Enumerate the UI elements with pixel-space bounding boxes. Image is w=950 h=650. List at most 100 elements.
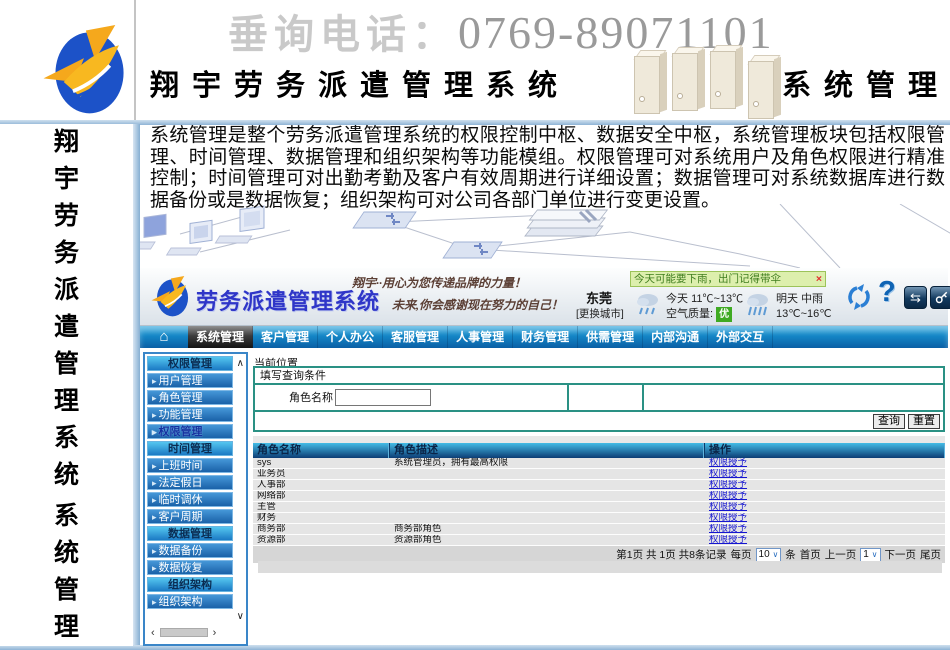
bullet-icon: ▸: [152, 546, 157, 556]
menu-section-data[interactable]: 数据管理: [147, 526, 233, 541]
home-icon[interactable]: ⌂: [140, 326, 188, 348]
slogan-line2: 未来,你会感谢现在努力的自己！: [392, 296, 563, 313]
grant-permission-link[interactable]: 权限授予: [709, 458, 747, 468]
grant-permission-link[interactable]: 权限授予: [709, 535, 747, 545]
tab-supply-mgmt[interactable]: 供需管理: [578, 326, 643, 348]
weather-city: 东莞: [586, 288, 612, 307]
menu-item-function-mgmt[interactable]: ▸功能管理: [147, 407, 233, 422]
role-name-input[interactable]: [335, 389, 431, 406]
menu-item-data-restore[interactable]: ▸数据恢复: [147, 560, 233, 575]
menu-section-permission[interactable]: 权限管理: [147, 356, 233, 371]
key-icon[interactable]: [930, 286, 950, 309]
form-table-gap: [253, 436, 945, 443]
col-header-role-desc: 角色描述: [390, 443, 705, 458]
close-icon[interactable]: ×: [816, 272, 822, 286]
menu-item-legal-holiday[interactable]: ▸法定假日: [147, 475, 233, 490]
tab-customer-mgmt[interactable]: 客户管理: [253, 326, 318, 348]
tab-personal-office[interactable]: 个人办公: [318, 326, 383, 348]
sidebar-char: 统: [54, 457, 79, 494]
scroll-down-icon[interactable]: ∨: [237, 612, 244, 622]
table-row: 商务部商务部角色权限授予: [253, 524, 945, 535]
menu-item-role-mgmt[interactable]: ▸角色管理: [147, 390, 233, 405]
menu-item-user-mgmt[interactable]: ▸用户管理: [147, 373, 233, 388]
weather-tomorrow: 明天 中雨 13℃~16℃: [776, 292, 832, 322]
menu-item-temp-leave[interactable]: ▸临时调休: [147, 492, 233, 507]
grant-permission-link[interactable]: 权限授予: [709, 491, 747, 501]
bullet-icon: ▸: [152, 393, 157, 403]
weather-tooltip: × 今天可能要下雨，出门记得带伞: [630, 271, 826, 287]
sidebar-char: 统: [54, 535, 79, 572]
sidebar-char: 管: [54, 572, 79, 609]
scroll-right-icon[interactable]: ›: [213, 627, 217, 639]
scroll-up-icon[interactable]: ∧: [237, 359, 244, 369]
menu-item-org-structure[interactable]: ▸组织架构: [147, 594, 233, 609]
page-select[interactable]: 1 ∨: [860, 548, 880, 562]
grant-permission-link[interactable]: 权限授予: [709, 480, 747, 490]
menu-list: 权限管理 ▸用户管理 ▸角色管理 ▸功能管理 ▸权限管理 时间管理 ▸上班时间 …: [147, 356, 233, 611]
scroll-left-icon[interactable]: ‹: [151, 627, 155, 639]
tab-service-mgmt[interactable]: 客服管理: [383, 326, 448, 348]
tab-internal-comm[interactable]: 内部沟通: [643, 326, 708, 348]
sidebar-char: 派: [54, 272, 79, 309]
sidebar-char: 务: [54, 235, 79, 272]
table-row: sys系统管理员，拥有最高权限权限授予: [253, 458, 945, 469]
server-icon: [748, 55, 782, 119]
sidebar-char: 系: [54, 498, 79, 535]
scrollbar-thumb[interactable]: [160, 628, 208, 637]
table-row: 业务员权限授予: [253, 469, 945, 480]
refresh-icon[interactable]: [844, 282, 874, 312]
server-icon: [634, 50, 670, 118]
next-page-link[interactable]: 下一页: [885, 547, 917, 562]
side-menu-panel: 权限管理 ▸用户管理 ▸角色管理 ▸功能管理 ▸权限管理 时间管理 ▸上班时间 …: [143, 352, 248, 646]
menu-item-customer-cycle[interactable]: ▸客户周期: [147, 509, 233, 524]
tab-finance-mgmt[interactable]: 财务管理: [513, 326, 578, 348]
help-icon[interactable]: ?: [878, 276, 896, 309]
banner-title-main: 翔宇劳务派遣管理系统: [150, 62, 570, 104]
first-page-link[interactable]: 首页: [800, 547, 821, 562]
menu-item-work-time[interactable]: ▸上班时间: [147, 458, 233, 473]
weather-today: 今天 11℃~13℃ 空气质量: 优: [666, 292, 743, 322]
bottom-gray-strip: [258, 561, 942, 573]
table-row: 财务权限授予: [253, 513, 945, 524]
change-city-link[interactable]: [更换城市]: [576, 306, 624, 321]
vertical-sidebar-title: 翔 宇 劳 务 派 遣 管 理 系 统 系 统 管 理: [0, 124, 133, 646]
tab-hr-mgmt[interactable]: 人事管理: [448, 326, 513, 348]
menu-item-data-backup[interactable]: ▸数据备份: [147, 543, 233, 558]
app-logo-icon: [148, 276, 192, 318]
prev-page-link[interactable]: 上一页: [825, 547, 857, 562]
grant-permission-link[interactable]: 权限授予: [709, 469, 747, 479]
tab-system-mgmt[interactable]: 系统管理: [188, 326, 253, 348]
menu-section-time[interactable]: 时间管理: [147, 441, 233, 456]
horizontal-scrollbar[interactable]: ‹ ›: [151, 626, 241, 639]
last-page-link[interactable]: 尾页: [920, 547, 941, 562]
menu-item-permission-mgmt[interactable]: ▸权限管理: [147, 424, 233, 439]
form-empty-cell: [567, 385, 642, 410]
tab-external-exchange[interactable]: 外部交互: [708, 326, 773, 348]
chevron-down-icon: ∨: [772, 550, 778, 559]
sidebar-char: 理: [54, 383, 79, 420]
form-empty-cell: [642, 385, 943, 410]
menu-section-org[interactable]: 组织架构: [147, 577, 233, 592]
sidebar-char: 劳: [54, 198, 79, 235]
per-page-select[interactable]: 10 ∨: [756, 548, 782, 562]
per-page-label: 每页: [731, 547, 752, 562]
sidebar-char: 管: [54, 346, 79, 383]
table-row: 人事部权限授予: [253, 480, 945, 491]
table-row: 网络部权限授予: [253, 491, 945, 502]
reset-button[interactable]: 重置: [908, 414, 940, 429]
grant-permission-link[interactable]: 权限授予: [709, 502, 747, 512]
grant-permission-link[interactable]: 权限授予: [709, 524, 747, 534]
phone-label: 垂询电话：: [228, 13, 458, 57]
rain-icon: [636, 292, 660, 320]
table-row: 主管权限授予: [253, 502, 945, 513]
sidebar-char: 理: [54, 609, 79, 646]
query-button[interactable]: 查询: [873, 414, 905, 429]
page: 垂询电话：0769-89071101 翔宇劳务派遣管理系统 系统管理 翔 宇 劳…: [0, 0, 950, 650]
table-row: 资源部资源部角色权限授予: [253, 535, 945, 546]
top-banner: 垂询电话：0769-89071101 翔宇劳务派遣管理系统 系统管理: [0, 0, 950, 120]
banner-title-sub: 系统管理: [782, 62, 950, 104]
bullet-icon: ▸: [152, 410, 157, 420]
grant-permission-link[interactable]: 权限授予: [709, 513, 747, 523]
switch-icon[interactable]: ⇆: [904, 286, 927, 309]
server-icon: [710, 45, 746, 113]
